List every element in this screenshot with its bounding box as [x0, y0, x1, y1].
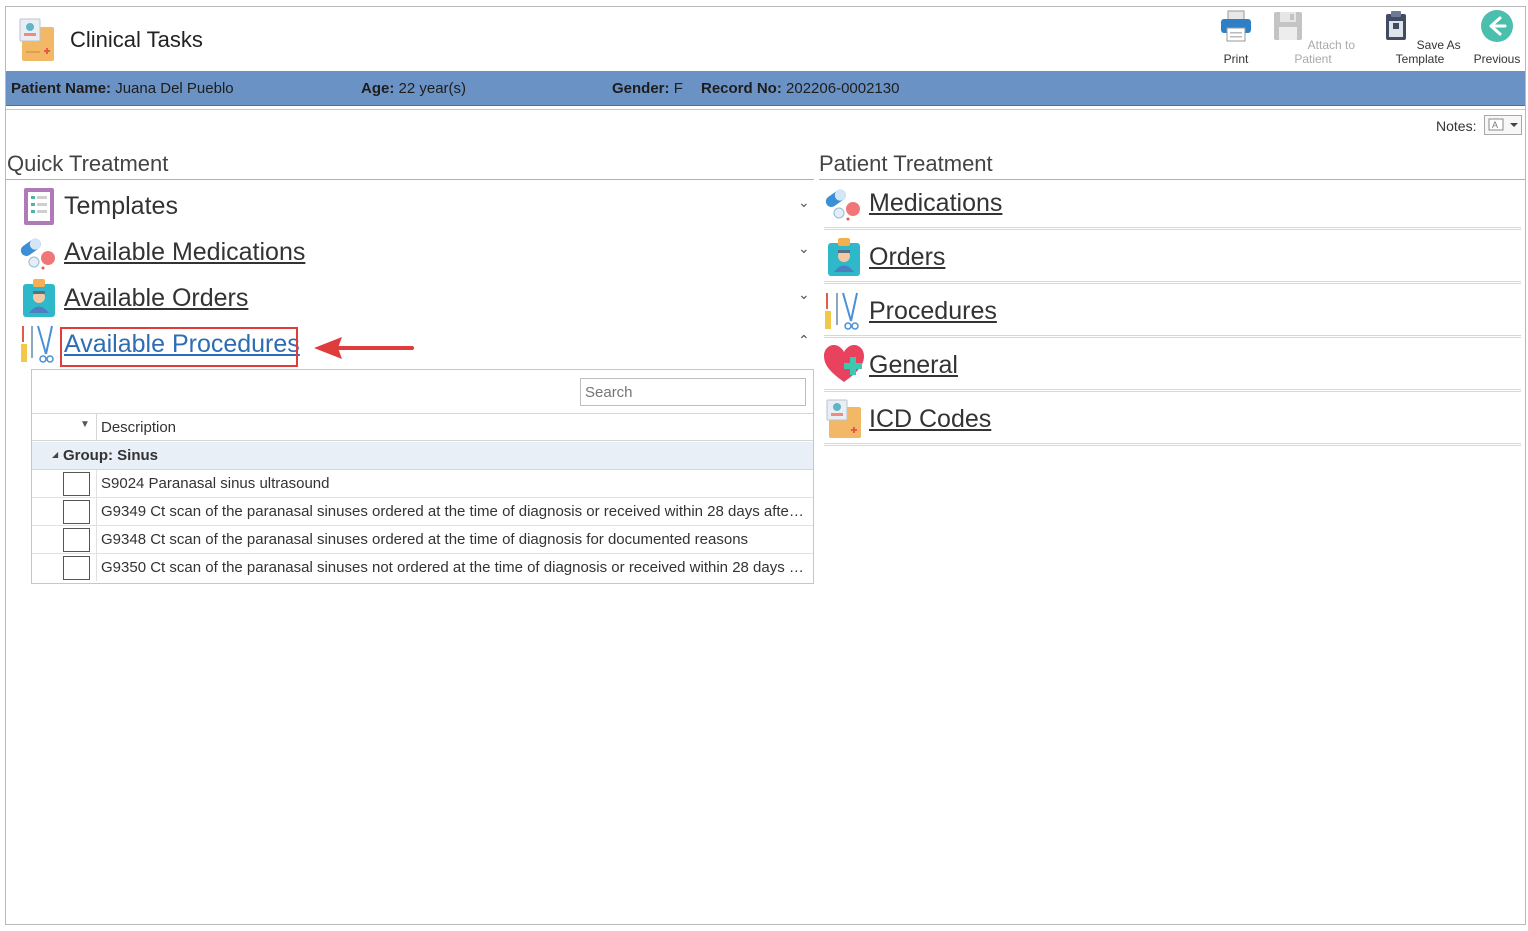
- column-separator: [96, 414, 97, 440]
- general-link[interactable]: General: [869, 351, 958, 380]
- patient-record-value: 202206-0002130: [786, 80, 900, 97]
- table-row[interactable]: G9348 Ct scan of the paranasal sinuses o…: [32, 526, 813, 554]
- search-input[interactable]: [580, 378, 806, 406]
- save-as-template-button[interactable]: Save As Template: [1368, 9, 1472, 66]
- clipboard-save-icon: [1386, 11, 1407, 40]
- row-checkbox[interactable]: [63, 472, 90, 496]
- available-medications-link[interactable]: Available Medications: [64, 238, 305, 267]
- clipboard-list-icon: [24, 188, 54, 225]
- item-underline: [824, 227, 1521, 230]
- patient-name-label: Patient Name:: [11, 80, 112, 97]
- medications-link[interactable]: Medications: [869, 189, 1002, 218]
- quick-item-available-medications[interactable]: Available Medications ⌄: [18, 230, 810, 274]
- chevron-up-icon[interactable]: ⌃: [798, 332, 810, 349]
- surgical-tools-icon: [825, 292, 859, 330]
- quick-item-templates[interactable]: Templates ⌄: [18, 184, 810, 228]
- patient-gender-value: F: [673, 80, 683, 97]
- patient-treatment-heading: Patient Treatment: [819, 151, 993, 176]
- heart-plus-icon: [824, 345, 864, 382]
- patient-gender-label: Gender:: [612, 80, 670, 97]
- attach-to-patient-button[interactable]: Attach to Patient: [1264, 9, 1362, 66]
- available-orders-link[interactable]: Available Orders: [64, 284, 248, 313]
- notes-dropdown[interactable]: A: [1484, 115, 1522, 135]
- doctor-badge-icon: [23, 279, 55, 317]
- item-underline: [824, 443, 1521, 446]
- printer-icon: [1221, 10, 1251, 42]
- item-underline: [824, 281, 1521, 284]
- patient-record-label: Record No:: [701, 80, 782, 97]
- orders-link[interactable]: Orders: [869, 243, 945, 272]
- column-header-description[interactable]: Description: [101, 419, 176, 436]
- row-description: G9348 Ct scan of the paranasal sinuses o…: [101, 531, 749, 548]
- note-chevron-down-icon: A: [1488, 118, 1518, 131]
- patient-treatment-underline: [819, 179, 1525, 180]
- row-checkbox[interactable]: [63, 500, 90, 524]
- patient-age-label: Age:: [361, 80, 395, 97]
- notes-label: Notes:: [1436, 118, 1477, 134]
- quick-treatment-underline: [6, 179, 814, 180]
- patient-item-general[interactable]: General: [824, 343, 1521, 393]
- print-label: Print: [1223, 52, 1249, 66]
- patient-item-icd-codes[interactable]: ICD Codes: [824, 397, 1521, 447]
- quick-treatment-heading: Quick Treatment: [7, 151, 169, 176]
- patient-item-medications[interactable]: Medications: [824, 181, 1521, 231]
- row-checkbox[interactable]: [63, 528, 90, 552]
- table-row[interactable]: G9349 Ct scan of the paranasal sinuses o…: [32, 498, 813, 526]
- patient-name: Patient Name: Juana Del Pueblo: [11, 80, 234, 97]
- collapse-triangle-icon[interactable]: ◢: [52, 450, 58, 459]
- patient-record-no: Record No: 202206-0002130: [701, 80, 899, 97]
- table-row[interactable]: G9350 Ct scan of the paranasal sinuses n…: [32, 554, 813, 582]
- procedures-grid: ▼ Description ◢ Group: Sinus S9024 Paran…: [31, 369, 814, 584]
- arrow-left-circle-icon: [1481, 10, 1513, 42]
- previous-label: Previous: [1473, 52, 1521, 66]
- medical-folder-icon: [826, 399, 861, 438]
- clinical-tasks-window: Clinical Tasks Print Attach to Patient S…: [5, 6, 1526, 925]
- icd-codes-link[interactable]: ICD Codes: [869, 405, 991, 434]
- patient-name-value: Juana Del Pueblo: [115, 80, 234, 97]
- medical-folder-icon: [19, 18, 54, 61]
- column-separator: [96, 498, 97, 525]
- previous-button[interactable]: Previous: [1472, 9, 1522, 66]
- header-divider: [6, 109, 1525, 110]
- chevron-down-icon[interactable]: ⌄: [798, 240, 810, 257]
- chevron-down-icon[interactable]: ⌄: [798, 286, 810, 303]
- row-description: G9349 Ct scan of the paranasal sinuses o…: [101, 503, 807, 520]
- patient-item-orders[interactable]: Orders: [824, 235, 1521, 285]
- surgical-tools-icon: [21, 325, 54, 363]
- templates-label: Templates: [64, 192, 178, 220]
- patient-item-procedures[interactable]: Procedures: [824, 289, 1521, 339]
- patient-gender: Gender: F: [612, 80, 683, 97]
- column-separator: [96, 554, 97, 581]
- patient-age-value: 22 year(s): [398, 80, 467, 97]
- column-separator: [96, 470, 97, 497]
- procedures-link[interactable]: Procedures: [869, 297, 997, 326]
- grid-header: ▼ Description: [32, 413, 813, 441]
- highlight-box: [60, 327, 298, 367]
- row-description: S9024 Paranasal sinus ultrasound: [101, 475, 330, 492]
- print-button[interactable]: Print: [1211, 9, 1261, 66]
- pills-icon: [20, 238, 55, 270]
- doctor-badge-icon: [828, 238, 860, 276]
- patient-info-bar: Patient Name: Juana Del Pueblo Age: 22 y…: [6, 71, 1525, 106]
- svg-text:A: A: [1492, 120, 1498, 130]
- patient-age: Age: 22 year(s): [361, 80, 466, 97]
- table-row[interactable]: S9024 Paranasal sinus ultrasound: [32, 470, 813, 498]
- quick-item-available-orders[interactable]: Available Orders ⌄: [18, 276, 810, 320]
- group-row[interactable]: ◢ Group: Sinus: [32, 442, 813, 470]
- row-description: G9350 Ct scan of the paranasal sinuses n…: [101, 559, 807, 576]
- group-label: Group: Sinus: [63, 447, 158, 464]
- column-separator: [96, 526, 97, 553]
- pills-icon: [825, 189, 860, 221]
- save-disk-icon: [1273, 12, 1302, 40]
- red-arrow-annotation: [314, 337, 414, 359]
- item-underline: [824, 335, 1521, 338]
- page-title: Clinical Tasks: [70, 27, 203, 52]
- filter-chevron-down-icon[interactable]: ▼: [80, 419, 90, 430]
- item-underline: [824, 389, 1521, 392]
- chevron-down-icon[interactable]: ⌄: [798, 194, 810, 211]
- row-checkbox[interactable]: [63, 556, 90, 580]
